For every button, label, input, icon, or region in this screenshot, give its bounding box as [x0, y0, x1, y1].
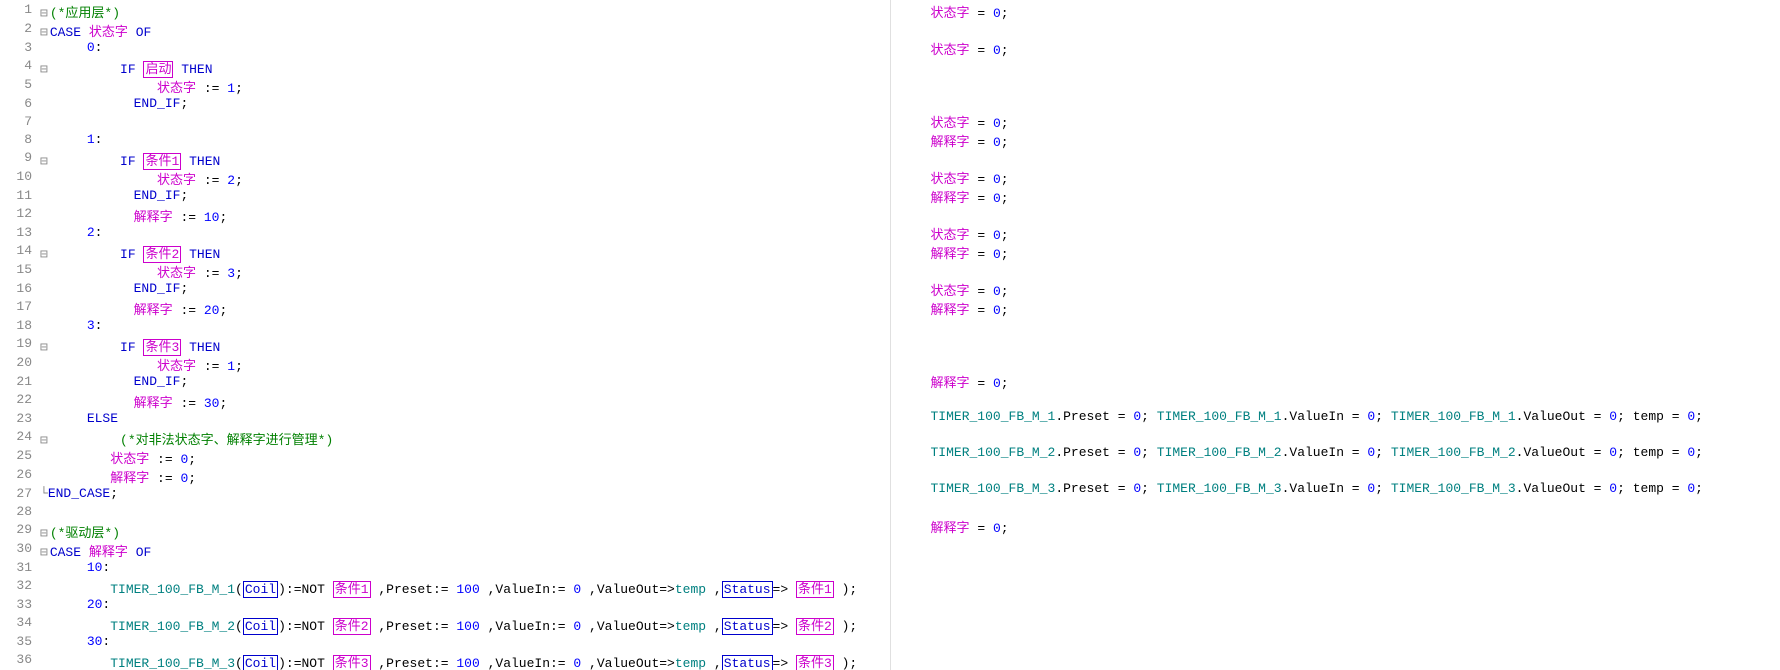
line-17: 17 解释字 := 20; [0, 299, 890, 318]
r-line-24 [891, 463, 1780, 481]
r-line-1: 状态字 = 0; [891, 2, 1780, 21]
r-line-19 [891, 336, 1780, 354]
r-line-20 [891, 354, 1780, 372]
line-28: 28 [0, 504, 890, 522]
line-9: 9 ⊟ IF 条件1 THEN [0, 150, 890, 169]
r-line-17: 解释字 = 0; [891, 299, 1780, 318]
left-pane[interactable]: 1 ⊟(*应用层*) 2 ⊟CASE 状态字 OF 3 0: 4 ⊟ IF 启动… [0, 0, 891, 670]
r-line-9 [891, 150, 1780, 168]
r-line-25 [891, 499, 1780, 517]
line-10: 10 状态字 := 2; [0, 169, 890, 188]
r-line-else: 解释字 = 0; [891, 517, 1780, 536]
line-34: 34 TIMER_100_FB_M_2(Coil):=NOT 条件2 ,Pres… [0, 615, 890, 634]
r-line-15 [891, 262, 1780, 280]
line-29: 29 ⊟(*驱动层*) [0, 522, 890, 541]
line-8: 8 1: [0, 132, 890, 150]
line-30: 30 ⊟CASE 解释字 OF [0, 541, 890, 560]
line-36: 36 TIMER_100_FB_M_3(Coil):=NOT 条件3 ,Pres… [0, 652, 890, 670]
r-line-3: 状态字 = 0; [891, 39, 1780, 58]
line-23: 23 ELSE [0, 411, 890, 429]
r-line-16: 状态字 = 0; [891, 280, 1780, 299]
r-line-10: 状态字 = 0; [891, 168, 1780, 187]
r-line-22 [891, 391, 1780, 409]
line-6: 6 END_IF; [0, 96, 890, 114]
r-line-timer3: TIMER_100_FB_M_3.Preset = 0; TIMER_100_F… [891, 481, 1780, 499]
r-line-13: 状态字 = 0; [891, 224, 1780, 243]
line-22: 22 解释字 := 30; [0, 392, 890, 411]
r-line-5 [891, 76, 1780, 94]
line-2: 2 ⊟CASE 状态字 OF [0, 21, 890, 40]
line-35: 35 30: [0, 634, 890, 652]
line-5: 5 状态字 := 1; [0, 77, 890, 96]
r-line-8: 解释字 = 0; [891, 131, 1780, 150]
line-16: 16 END_IF; [0, 281, 890, 299]
r-line-7: 状态字 = 0; [891, 112, 1780, 131]
line-18: 18 3: [0, 318, 890, 336]
r-line-2 [891, 21, 1780, 39]
r-line-18 [891, 318, 1780, 336]
line-19: 19 ⊟ IF 条件3 THEN [0, 336, 890, 355]
line-7: 7 [0, 114, 890, 132]
line-11: 11 END_IF; [0, 188, 890, 206]
line-24: 24 ⊟ (*对非法状态字、解释字进行管理*) [0, 429, 890, 448]
r-line-14: 解释字 = 0; [891, 243, 1780, 262]
line-21: 21 END_IF; [0, 374, 890, 392]
r-line-12 [891, 206, 1780, 224]
line-13: 13 2: [0, 225, 890, 243]
line-27: 27 └END_CASE; [0, 486, 890, 504]
r-line-23 [891, 427, 1780, 445]
r-line-4 [891, 58, 1780, 76]
line-3: 3 0: [0, 40, 890, 58]
line-14: 14 ⊟ IF 条件2 THEN [0, 243, 890, 262]
r-line-timer2: TIMER_100_FB_M_2.Preset = 0; TIMER_100_F… [891, 445, 1780, 463]
line-31: 31 10: [0, 560, 890, 578]
line-25: 25 状态字 := 0; [0, 448, 890, 467]
r-line-11: 解释字 = 0; [891, 187, 1780, 206]
line-4: 4 ⊟ IF 启动 THEN [0, 58, 890, 77]
r-line-6 [891, 94, 1780, 112]
line-32: 32 TIMER_100_FB_M_1(Coil):=NOT 条件1 ,Pres… [0, 578, 890, 597]
r-line-21: 解释字 = 0; [891, 372, 1780, 391]
line-33: 33 20: [0, 597, 890, 615]
r-line-timer1: TIMER_100_FB_M_1.Preset = 0; TIMER_100_F… [891, 409, 1780, 427]
line-26: 26 解释字 := 0; [0, 467, 890, 486]
line-20: 20 状态字 := 1; [0, 355, 890, 374]
editor-container: 1 ⊟(*应用层*) 2 ⊟CASE 状态字 OF 3 0: 4 ⊟ IF 启动… [0, 0, 1780, 670]
right-pane[interactable]: 状态字 = 0; 状态字 = 0; 状态字 = 0; 解释字 = 0; [891, 0, 1780, 670]
line-1: 1 ⊟(*应用层*) [0, 2, 890, 21]
line-15: 15 状态字 := 3; [0, 262, 890, 281]
line-12: 12 解释字 := 10; [0, 206, 890, 225]
